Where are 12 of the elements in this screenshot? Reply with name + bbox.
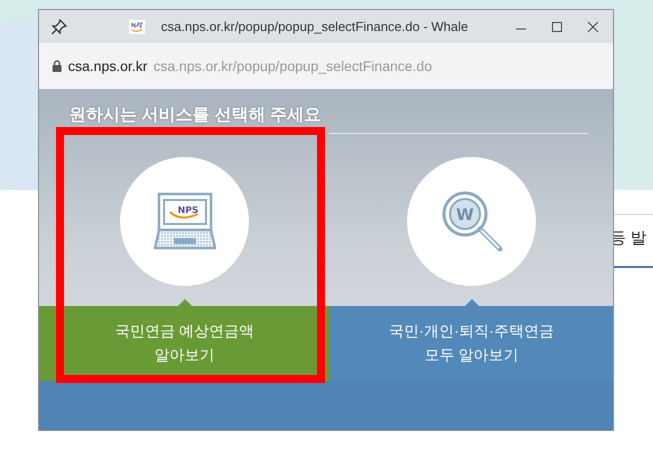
lock-icon <box>52 60 62 72</box>
address-url[interactable]: csa.nps.or.kr/popup/popup_selectFinance.do <box>153 58 432 74</box>
page-divider <box>614 214 653 215</box>
maximize-icon[interactable] <box>551 20 563 32</box>
close-icon[interactable] <box>587 20 599 32</box>
pin-icon[interactable] <box>51 18 67 34</box>
page-underline <box>614 266 653 268</box>
window-title: csa.nps.or.kr/popup/popup_selectFinance.do - Whale <box>161 19 468 34</box>
address-host: csa.nps.or.kr <box>68 58 148 74</box>
site-favicon-icon <box>129 20 145 34</box>
service-button[interactable]: 국민·개인·퇴직·주택연금 모두 알아보기 <box>330 306 613 381</box>
heading: 원하시는 서비스를 선택해 주세요 <box>69 105 322 124</box>
